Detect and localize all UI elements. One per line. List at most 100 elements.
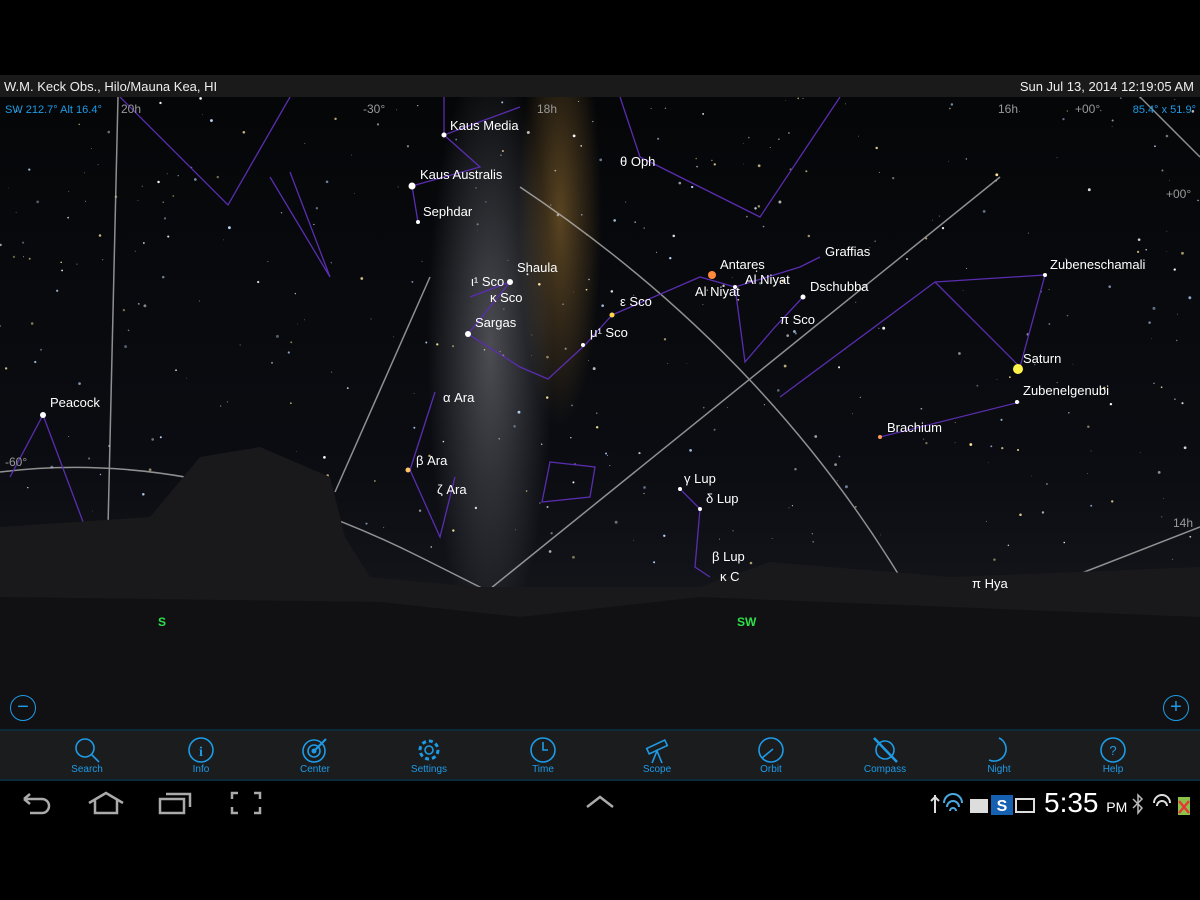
object-label[interactable]: β Ara xyxy=(416,453,447,468)
background-star xyxy=(788,132,790,134)
background-star xyxy=(270,361,274,364)
background-star xyxy=(996,379,998,380)
background-star xyxy=(1100,109,1102,112)
background-star xyxy=(986,520,988,522)
object-label[interactable]: Kaus Australis xyxy=(420,167,502,182)
object-label[interactable]: κ Sco xyxy=(490,290,523,305)
zoom-out-button[interactable]: − xyxy=(10,695,36,721)
object-label[interactable]: μ¹ Sco xyxy=(590,325,628,340)
object-label[interactable]: δ Lup xyxy=(706,491,739,506)
object-label[interactable]: Sargas xyxy=(475,315,516,330)
background-star xyxy=(634,221,637,224)
object-label[interactable]: Saturn xyxy=(1023,351,1061,366)
sky-view[interactable]: SW 212.7° Alt 16.4° 85.4° x 51.9° 20h -3… xyxy=(0,97,1200,729)
object-label[interactable]: Antares xyxy=(720,257,765,272)
object-label[interactable]: π Sco xyxy=(780,312,815,327)
object-label[interactable]: Sephdar xyxy=(423,204,472,219)
background-star xyxy=(763,404,765,406)
background-star xyxy=(1137,238,1141,242)
object-label[interactable]: Al Niyat xyxy=(745,272,790,287)
background-star xyxy=(1154,145,1156,148)
background-star xyxy=(711,159,713,161)
background-star xyxy=(1160,386,1163,389)
scope-button[interactable]: Scope xyxy=(607,731,707,779)
object-label[interactable]: Dschubba xyxy=(810,279,869,294)
object-label[interactable]: Brachium xyxy=(887,420,942,435)
settings-button[interactable]: Settings xyxy=(379,731,479,779)
background-star xyxy=(360,277,364,280)
background-star xyxy=(599,158,603,162)
background-star xyxy=(1175,339,1178,342)
compass-button[interactable]: Compass xyxy=(835,731,935,779)
background-star xyxy=(669,256,672,260)
background-star xyxy=(1046,483,1048,485)
orbit-button[interactable]: Orbit xyxy=(721,731,821,779)
object-label[interactable]: Al Niyat xyxy=(695,284,740,299)
background-star xyxy=(476,223,479,226)
datetime-label[interactable]: Sun Jul 13, 2014 12:19:05 AM xyxy=(1020,79,1194,94)
background-star xyxy=(686,362,688,364)
info-button[interactable]: i Info xyxy=(151,731,251,779)
background-star xyxy=(776,389,780,392)
object-label[interactable]: β Lup xyxy=(712,549,745,564)
background-star xyxy=(855,301,857,303)
background-star xyxy=(757,205,761,208)
object-label[interactable]: Kaus Media xyxy=(450,118,519,133)
background-star xyxy=(938,215,940,217)
notification-icons[interactable]: S xyxy=(928,793,1038,815)
background-star xyxy=(30,322,34,325)
background-star xyxy=(294,292,297,295)
background-star xyxy=(643,486,646,489)
object-label[interactable]: ε Sco xyxy=(620,294,652,309)
object-label[interactable]: π Hya xyxy=(972,576,1008,591)
object-label[interactable]: Zubenelgenubi xyxy=(1023,383,1109,398)
object-label[interactable]: κ C xyxy=(720,569,740,584)
background-star xyxy=(1072,363,1074,365)
background-star xyxy=(771,537,773,539)
background-star xyxy=(702,406,705,409)
search-button[interactable]: Search xyxy=(37,731,137,779)
background-star xyxy=(290,402,292,404)
object-label[interactable]: Shaula xyxy=(517,260,557,275)
home-icon[interactable] xyxy=(86,791,126,815)
background-star xyxy=(788,507,790,509)
background-star xyxy=(220,405,222,407)
help-button[interactable]: ? Help xyxy=(1063,731,1163,779)
background-star xyxy=(691,185,694,189)
background-star xyxy=(941,227,945,230)
time-button[interactable]: Time xyxy=(493,731,593,779)
background-star xyxy=(167,235,170,238)
background-star xyxy=(1171,558,1174,560)
info-bar: W.M. Keck Obs., Hilo/Mauna Kea, HI Sun J… xyxy=(0,75,1200,97)
background-star xyxy=(513,425,516,428)
zoom-in-button[interactable]: + xyxy=(1163,695,1189,721)
object-label[interactable]: Peacock xyxy=(50,395,100,410)
object-label[interactable]: ζ Ara xyxy=(437,482,467,497)
background-star xyxy=(36,200,40,204)
background-star xyxy=(638,451,641,455)
object-label[interactable]: α Ara xyxy=(443,390,474,405)
background-star xyxy=(503,308,505,310)
system-status-icons[interactable] xyxy=(1130,793,1200,817)
fov-readout: 85.4° x 51.9° xyxy=(1132,104,1196,116)
object-label[interactable]: θ Oph xyxy=(620,154,655,169)
background-star xyxy=(1019,513,1022,517)
object-label[interactable]: Graffias xyxy=(825,244,870,259)
recent-apps-icon[interactable] xyxy=(158,791,192,815)
screenshot-icon[interactable] xyxy=(230,791,262,815)
background-star xyxy=(546,355,549,359)
background-star xyxy=(365,522,368,525)
object-label[interactable]: ι¹ Sco xyxy=(471,274,504,289)
background-star xyxy=(592,120,594,123)
back-icon[interactable] xyxy=(20,791,54,815)
object-label[interactable]: γ Lup xyxy=(684,471,716,486)
night-button[interactable]: Night xyxy=(949,731,1049,779)
background-star xyxy=(1120,97,1122,99)
object-label[interactable]: Zubeneschamali xyxy=(1050,257,1145,272)
location-label[interactable]: W.M. Keck Obs., Hilo/Mauna Kea, HI xyxy=(4,79,217,94)
compass-icon xyxy=(873,737,898,763)
status-clock[interactable]: 5:35 PM xyxy=(1044,787,1127,819)
background-star xyxy=(882,326,886,330)
center-button[interactable]: Center xyxy=(265,731,365,779)
chevron-up-icon[interactable] xyxy=(585,791,615,811)
